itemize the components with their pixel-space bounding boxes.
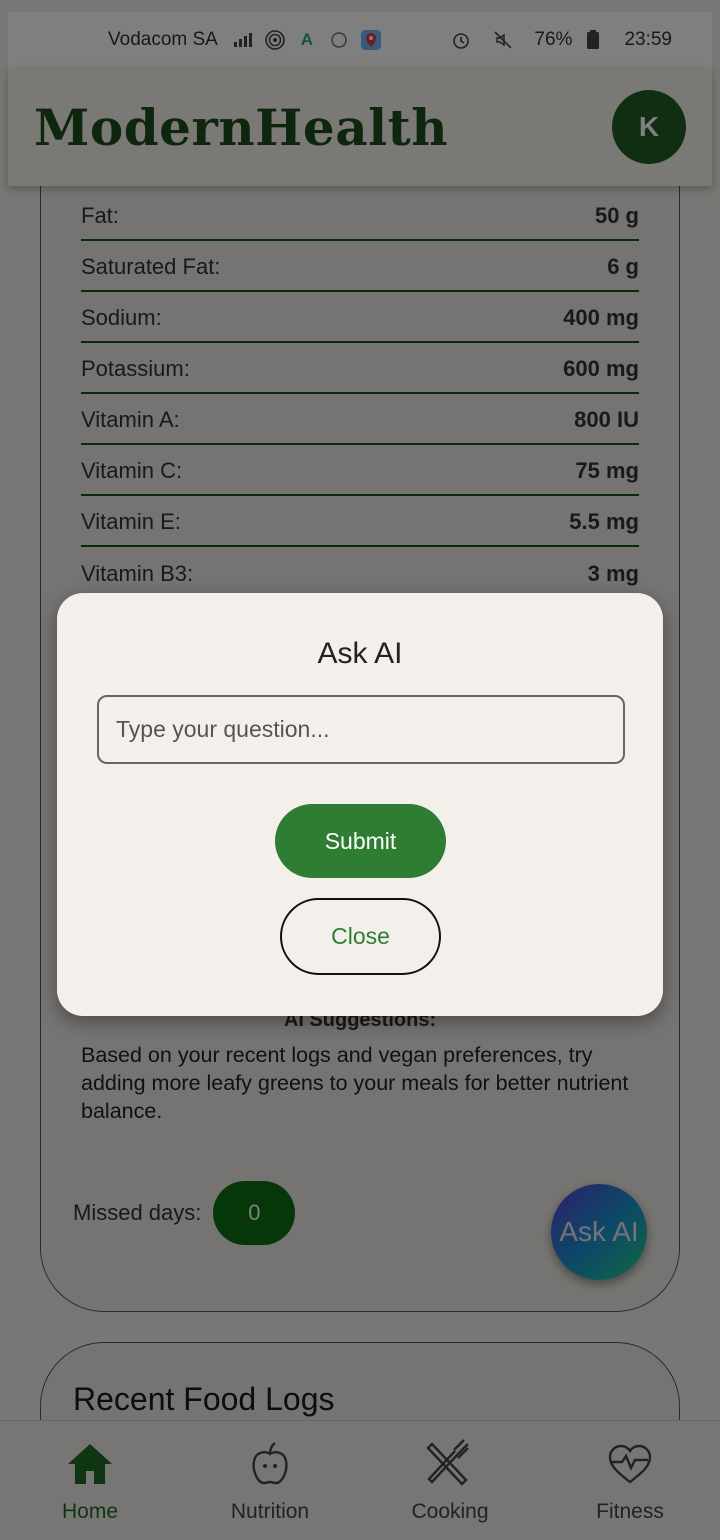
question-input[interactable] bbox=[97, 695, 625, 764]
close-button[interactable]: Close bbox=[280, 898, 441, 975]
dialog-title: Ask AI bbox=[317, 637, 403, 670]
ask-ai-dialog: Ask AI Submit Close bbox=[57, 593, 663, 1016]
submit-button[interactable]: Submit bbox=[275, 804, 446, 878]
